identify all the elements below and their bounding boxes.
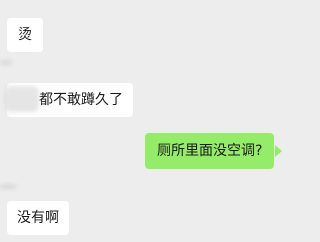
blurred-sender-name: [0, 60, 12, 65]
blurred-sender-name: [0, 184, 16, 189]
message-bubble-outgoing[interactable]: 厕所里面没空调?: [145, 133, 275, 169]
message-text: 厕所里面没空调?: [157, 143, 263, 159]
message-text: 烫: [18, 27, 32, 43]
message-text: 都不敢蹲久了: [39, 92, 123, 108]
message-text: 没有啊: [17, 210, 59, 226]
chat-area: 烫 都不敢蹲久了 厕所里面没空调? 没有啊: [0, 0, 282, 242]
message-bubble-incoming[interactable]: 烫: [7, 18, 43, 52]
bubble-tail-outgoing: [275, 145, 282, 157]
blurred-obscured-text: [4, 86, 39, 112]
message-bubble-incoming[interactable]: 没有啊: [7, 201, 69, 235]
